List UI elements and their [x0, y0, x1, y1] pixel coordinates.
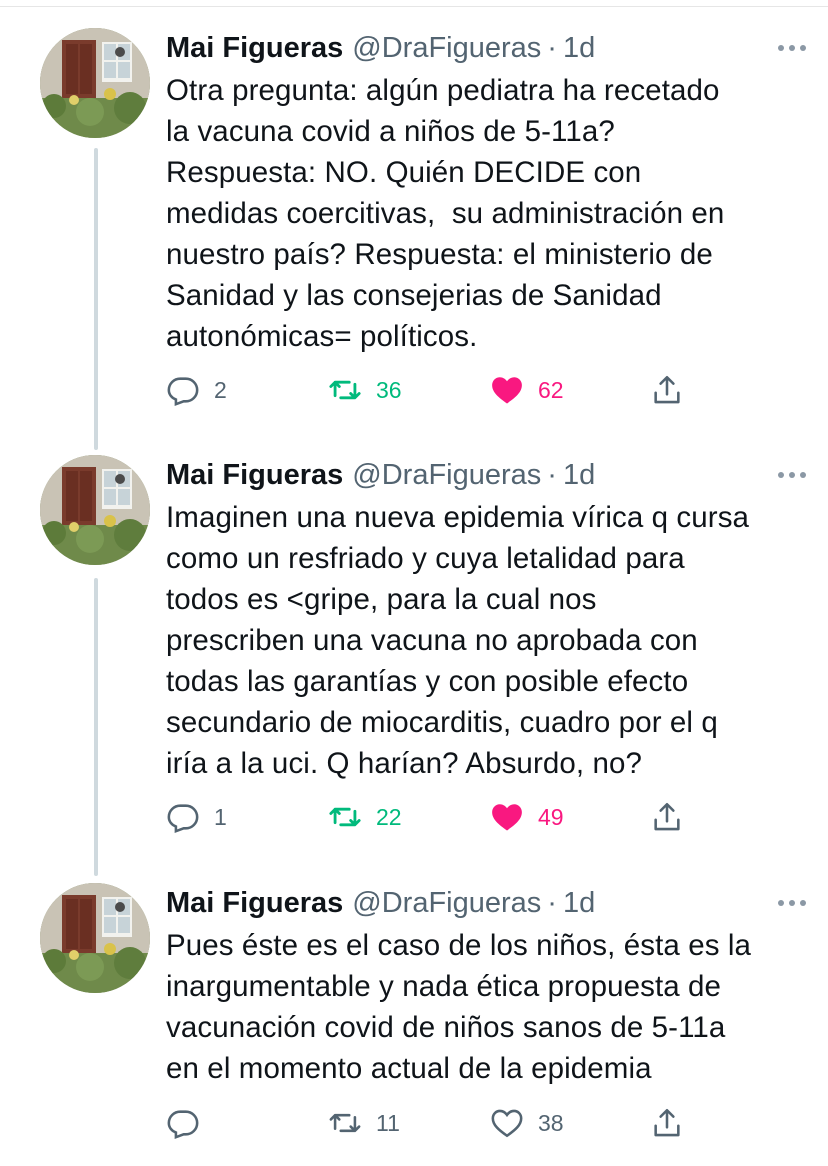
tweet-header: Mai Figueras @DraFigueras · 1d [166, 455, 806, 495]
share-icon [654, 1108, 680, 1137]
timestamp[interactable]: 1d [563, 883, 595, 923]
author-name[interactable]: Mai Figueras [166, 28, 343, 68]
avatar[interactable] [40, 455, 150, 565]
thread-line [94, 578, 98, 876]
separator-dot: · [547, 32, 557, 64]
author-handle[interactable]: @DraFigueras [352, 455, 541, 495]
author-handle[interactable]: @DraFigueras [352, 883, 541, 923]
like-count: 49 [538, 803, 564, 830]
avatar-image [40, 28, 150, 138]
retweet-count: 22 [376, 803, 402, 830]
share-button[interactable] [650, 1103, 684, 1143]
author-name[interactable]: Mai Figueras [166, 455, 343, 495]
reply-button[interactable]: 2 [166, 370, 227, 410]
action-bar: 2 36 62 [166, 370, 706, 410]
more-options-icon[interactable] [752, 28, 806, 68]
share-icon [654, 802, 680, 831]
reply-button[interactable]: 1 [166, 797, 227, 837]
avatar-image [40, 455, 150, 565]
action-bar: 11 38 [166, 1103, 706, 1143]
reply-icon [167, 377, 199, 406]
heart-outline-icon [491, 1109, 523, 1138]
retweet-button[interactable]: 11 [328, 1103, 400, 1143]
timestamp[interactable]: 1d [563, 455, 595, 495]
like-button[interactable]: 38 [490, 1103, 564, 1143]
tweet-text: Otra pregunta: algún pediatra ha recetad… [166, 74, 725, 353]
tweet-header: Mai Figueras @DraFigueras · 1d [166, 883, 806, 923]
tweet-text: Imaginen una nueva epidemia vírica q cur… [166, 501, 750, 780]
retweet-button[interactable]: 36 [328, 370, 402, 410]
separator-dot: · [547, 887, 557, 919]
like-button[interactable]: 49 [490, 797, 564, 837]
tweet-header: Mai Figueras @DraFigueras · 1d [166, 28, 806, 68]
like-count: 38 [538, 1109, 564, 1136]
author-handle[interactable]: @DraFigueras [352, 28, 541, 68]
reply-icon [167, 804, 199, 833]
more-options-icon[interactable] [752, 455, 806, 495]
top-divider [0, 6, 828, 7]
like-count: 62 [538, 376, 564, 403]
retweet-icon [329, 1113, 361, 1133]
avatar[interactable] [40, 28, 150, 138]
thread-line [94, 148, 98, 450]
reply-count: 2 [214, 376, 227, 403]
retweet-icon [329, 807, 361, 827]
share-button[interactable] [650, 370, 684, 410]
avatar[interactable] [40, 883, 150, 993]
like-button[interactable]: 62 [490, 370, 564, 410]
retweet-button[interactable]: 22 [328, 797, 402, 837]
heart-filled-icon [492, 377, 522, 404]
action-bar: 1 22 49 [166, 797, 706, 837]
share-icon [654, 375, 680, 404]
more-options-icon[interactable] [752, 883, 806, 923]
retweet-icon [329, 380, 361, 400]
retweet-count: 11 [376, 1109, 400, 1136]
heart-filled-icon [492, 804, 522, 831]
author-name[interactable]: Mai Figueras [166, 883, 343, 923]
tweet-text: Pues éste es el caso de los niños, ésta … [166, 929, 752, 1085]
reply-button[interactable] [166, 1103, 214, 1143]
reply-icon [167, 1110, 199, 1139]
reply-count: 1 [214, 803, 227, 830]
separator-dot: · [547, 459, 557, 491]
retweet-count: 36 [376, 376, 402, 403]
share-button[interactable] [650, 797, 684, 837]
timestamp[interactable]: 1d [563, 28, 595, 68]
avatar-image [40, 883, 150, 993]
